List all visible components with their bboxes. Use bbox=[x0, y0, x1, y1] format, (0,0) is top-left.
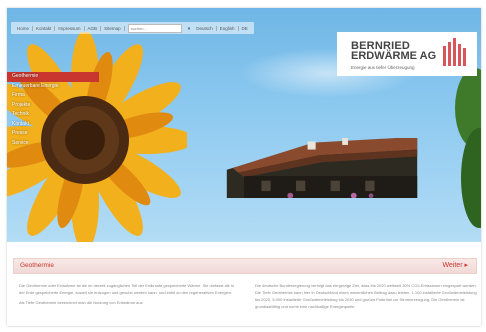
logo-tagline: Energie aus tiefer Überzeugung bbox=[351, 65, 415, 70]
hero-image: Home Kontakt Impressum AGB Sitemap suche… bbox=[7, 8, 481, 242]
company-logo[interactable]: BERNRIED ERDWÄRME AG Energie aus tiefer … bbox=[337, 32, 477, 76]
paragraph: Die Geothermie oder Erdwärme ist die im … bbox=[19, 283, 235, 295]
menu-item-technik[interactable]: Technik bbox=[7, 110, 99, 120]
topnav-sitemap[interactable]: Sitemap bbox=[101, 25, 125, 31]
paragraph: Die deutsche Bundesregierung verfolgt da… bbox=[255, 283, 477, 309]
lang-english[interactable]: English bbox=[217, 25, 239, 31]
content-area: Geothermie Weiter ▸ Die Geothermie oder … bbox=[7, 242, 481, 326]
menu-item-projekte[interactable]: Projekte bbox=[7, 101, 99, 111]
menu-item-kontakt[interactable]: Kontakt bbox=[7, 120, 99, 130]
menu-item-geothermie[interactable]: Geothermie bbox=[7, 72, 99, 82]
menu-item-service[interactable]: Service bbox=[7, 139, 99, 149]
left-text-column: Die Geothermie oder Erdwärme ist die im … bbox=[19, 282, 241, 309]
topnav-kontakt[interactable]: Kontakt bbox=[33, 25, 56, 31]
menu-item-presse[interactable]: Presse bbox=[7, 129, 99, 139]
logo-line-2: ERDWÄRME AG bbox=[351, 50, 437, 62]
lang-de[interactable]: DE bbox=[239, 26, 251, 31]
topnav-home[interactable]: Home bbox=[14, 25, 34, 31]
side-menu: Geothermie Erneuerbare Energie Firma Pro… bbox=[7, 72, 99, 148]
right-text-column: Die deutsche Bundesregierung verfolgt da… bbox=[255, 282, 477, 313]
logo-mark-icon bbox=[443, 38, 466, 66]
section-title: Geothermie bbox=[20, 262, 54, 269]
tree bbox=[455, 68, 481, 228]
topnav-impressum[interactable]: Impressum bbox=[55, 25, 85, 31]
menu-item-erneuerbare-energie[interactable]: Erneuerbare Energie bbox=[7, 82, 99, 92]
topnav-agb[interactable]: AGB bbox=[85, 25, 102, 31]
search-clear-button[interactable]: × bbox=[185, 26, 194, 31]
paragraph: Als Tiefe Geothermie bezeichnet man die … bbox=[19, 300, 143, 305]
section-header-bar: Geothermie Weiter ▸ bbox=[13, 258, 477, 274]
top-navigation: Home Kontakt Impressum AGB Sitemap suche… bbox=[11, 22, 254, 34]
search-input[interactable]: suchen... bbox=[127, 23, 182, 33]
more-link[interactable]: Weiter ▸ bbox=[442, 261, 468, 269]
browser-page: Home Kontakt Impressum AGB Sitemap suche… bbox=[7, 8, 481, 326]
menu-item-firma[interactable]: Firma bbox=[7, 91, 99, 101]
lang-deutsch[interactable]: Deutsch bbox=[193, 25, 217, 31]
house-illustration bbox=[226, 138, 418, 198]
